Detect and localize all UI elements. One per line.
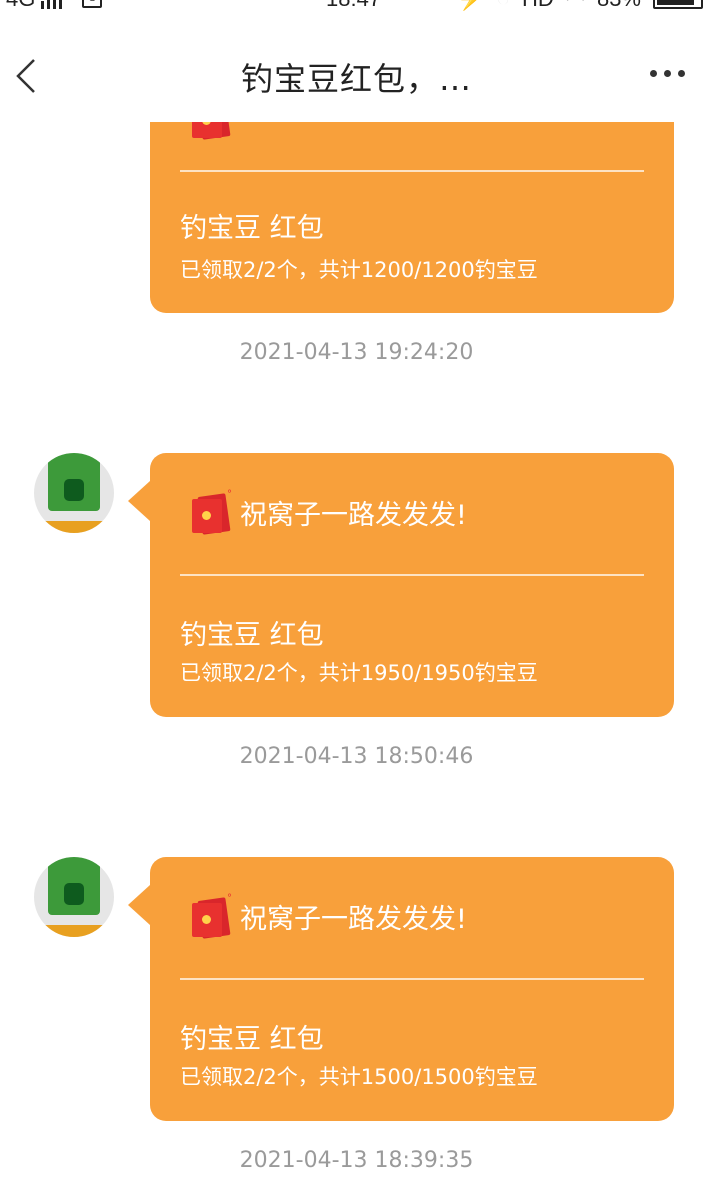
greeting-row: ° 祝窝子一路发发发! xyxy=(190,489,467,535)
red-packet-bubble[interactable]: 钓宝豆 红包 已领取2/2个，共计1200/1200钓宝豆 xyxy=(150,90,674,313)
network-label: 4G xyxy=(6,0,35,12)
avatar[interactable] xyxy=(34,453,114,533)
alarm-icon: ◔ xyxy=(497,0,510,12)
red-envelope-icon: ° xyxy=(190,893,232,939)
greeting-row: ° 祝窝子一路发发发! xyxy=(190,893,467,939)
bubble-tail xyxy=(128,885,150,925)
hd-label: HD xyxy=(522,0,554,12)
message-timestamp: 2021-04-13 19:24:20 xyxy=(239,340,474,365)
battery-percent: 83% xyxy=(597,0,641,12)
bubble-tail xyxy=(128,481,150,521)
red-envelope-icon: ° xyxy=(190,489,232,535)
status-bar: 4G S 18:47 ⚡ ◔ HD ◠ 83% xyxy=(0,0,713,16)
status-bar-right: ⚡ ◔ HD ◠ 83% xyxy=(457,0,703,12)
red-packet-detail: 已领取2/2个，共计1950/1950钓宝豆 xyxy=(180,661,538,685)
greeting-text: 祝窝子一路发发发! xyxy=(240,499,467,531)
red-packet-detail: 已领取2/2个，共计1500/1500钓宝豆 xyxy=(180,1065,538,1089)
bubble-divider xyxy=(180,978,644,980)
page-title: 钓宝豆红包，… xyxy=(240,60,472,98)
red-packet-bubble[interactable]: ° 祝窝子一路发发发! 钓宝豆 红包 已领取2/2个，共计1500/1500钓宝… xyxy=(128,857,674,1121)
bubble-divider xyxy=(180,170,644,172)
status-bar-left: 4G S xyxy=(6,0,103,12)
avatar[interactable] xyxy=(34,857,114,937)
sim-icon: S xyxy=(82,0,103,8)
nav-header: 钓宝豆红包，… xyxy=(0,18,713,122)
message-timestamp: 2021-04-13 18:50:46 xyxy=(239,744,474,769)
more-dots-icon[interactable] xyxy=(650,70,685,77)
greeting-text: 祝窝子一路发发发! xyxy=(240,903,467,935)
red-packet-title: 钓宝豆 红包 xyxy=(180,1024,324,1055)
battery-icon xyxy=(653,0,703,9)
charging-icon: ⚡ xyxy=(457,0,484,12)
message-timestamp: 2021-04-13 18:39:35 xyxy=(239,1148,474,1173)
red-packet-title: 钓宝豆 红包 xyxy=(180,620,324,651)
red-packet-detail: 已领取2/2个，共计1200/1200钓宝豆 xyxy=(180,258,538,282)
red-packet-bubble[interactable]: ° 祝窝子一路发发发! 钓宝豆 红包 已领取2/2个，共计1950/1950钓宝… xyxy=(128,453,674,717)
status-time: 18:47 xyxy=(326,0,381,12)
red-packet-title: 钓宝豆 红包 xyxy=(180,213,324,244)
wifi-icon: ◠ xyxy=(566,0,585,12)
bubble-divider xyxy=(180,574,644,576)
signal-icon xyxy=(41,0,63,9)
